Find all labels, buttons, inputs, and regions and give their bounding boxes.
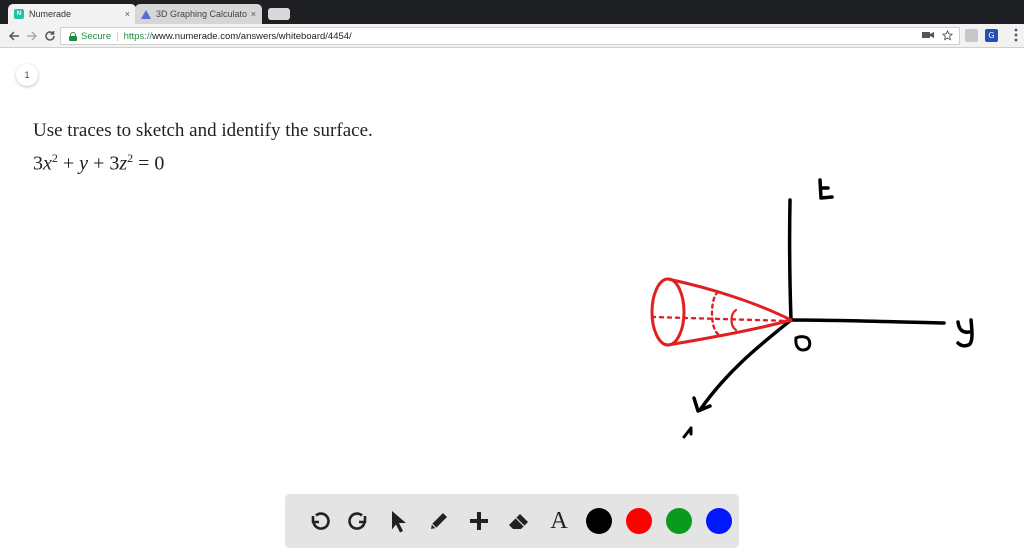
lock-icon [69,31,77,41]
cone-axis-dashed [650,315,792,323]
op-plus: + [62,152,75,175]
color-swatch [706,508,732,534]
eraser-icon[interactable] [499,501,539,541]
tab-3d-graphing-calculator[interactable]: 3D Graphing Calculator × [135,4,262,24]
coef-z: 3 [109,152,120,175]
extension-icon[interactable] [965,29,978,42]
var-x: x [43,152,52,175]
var-y: y [79,152,89,175]
numerade-favicon-icon: N [14,9,24,19]
tab-numerade[interactable]: N Numerade × [8,4,136,24]
cone-upper-edge [666,277,793,322]
equation: 3x2 + y + 3z2 = 0 [33,151,164,176]
equation-rhs: = 0 [138,152,165,175]
z-axis [787,198,793,322]
cone-base-ellipse [650,277,686,347]
y-axis [789,318,946,325]
forward-icon[interactable] [24,28,40,44]
exp-x: 2 [51,151,58,165]
coordinate-axes [682,178,974,439]
color-black-swatch[interactable] [579,501,619,541]
browser-toolbar: Secure | https:// www.numerade.com/answe… [0,24,1024,48]
close-tab-icon[interactable]: × [251,9,256,19]
extension-g-icon[interactable]: G [985,29,998,42]
color-blue-swatch[interactable] [699,501,739,541]
color-swatch [626,508,652,534]
drawing-toolbar: A [285,494,739,548]
op-plus: + [93,152,105,175]
axis-label-origin [794,335,812,352]
tab-strip: N Numerade × 3D Graphing Calculator × [0,0,1024,24]
url-scheme: https:// [123,30,153,42]
exp-z: 2 [127,151,134,165]
cone-lower-edge [666,318,793,347]
cone-inner-trace [710,290,720,336]
axis-label-x [682,426,693,439]
page-number-badge[interactable]: 1 [16,64,38,86]
camera-icon[interactable] [922,30,934,44]
star-icon[interactable] [941,29,954,44]
plus-icon[interactable] [459,501,499,541]
back-icon[interactable] [6,28,22,44]
color-red-swatch[interactable] [619,501,659,541]
var-z: z [119,152,128,175]
axis-label-y [956,318,974,348]
pencil-icon[interactable] [419,501,459,541]
text-icon[interactable]: A [539,501,579,541]
question-text: Use traces to sketch and identify the su… [33,120,373,141]
reload-icon[interactable] [42,28,58,44]
redo-icon[interactable] [339,501,379,541]
color-swatch [666,508,692,534]
url-path: www.numerade.com/answers/whiteboard/4454… [152,30,352,42]
axis-label-z [818,178,834,200]
menu-icon[interactable] [1014,28,1018,45]
surface-sketch [650,178,974,439]
address-bar[interactable]: Secure | https:// www.numerade.com/answe… [60,27,960,45]
tab-title: 3D Graphing Calculator [156,9,247,19]
tab-title: Numerade [29,9,72,19]
separator: | [116,30,119,42]
x-axis [698,318,793,412]
color-green-swatch[interactable] [659,501,699,541]
undo-icon[interactable] [299,501,339,541]
color-swatch [586,508,612,534]
close-tab-icon[interactable]: × [125,9,130,19]
graphing-calculator-favicon-icon [141,9,151,19]
coef-x: 3 [33,152,43,175]
secure-label: Secure [81,30,112,42]
pointer-icon[interactable] [379,501,419,541]
new-tab-button[interactable] [268,8,290,20]
